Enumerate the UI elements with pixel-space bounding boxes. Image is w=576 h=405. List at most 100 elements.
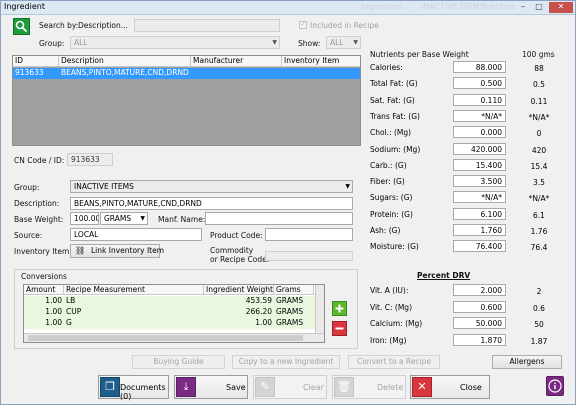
nutrient-reference-value: *N/A* [528, 112, 550, 122]
table-row[interactable]: 1.00 LB 453.59 GRAMS [24, 296, 315, 307]
nutrient-reference-value: 15.4 [530, 161, 548, 171]
show-filter-select[interactable]: ALL ▼ [326, 36, 361, 49]
add-conversion-button[interactable] [332, 301, 347, 316]
buying-guide-button[interactable]: Buying Guide [132, 355, 225, 369]
nutrient-value-field[interactable]: 2.000 [453, 284, 506, 296]
conv-weight: 1.00 [255, 318, 272, 327]
nutrient-reference-value: 0.5 [533, 80, 545, 90]
save-button[interactable]: ⤓ Save [174, 375, 248, 399]
background-window-status-2: Inactive [483, 2, 515, 11]
background-window-title: Ingredient [361, 2, 402, 11]
nutrient-label: Fiber: (G) [370, 177, 405, 187]
group-filter-value: ALL [74, 38, 88, 47]
conv-measurement: CUP [66, 307, 82, 316]
column-header-description[interactable]: Description [59, 56, 191, 67]
column-header-id[interactable]: ID [13, 56, 59, 67]
conv-unit: GRAMS [276, 296, 304, 305]
nutrient-reference-value: 76.4 [530, 243, 548, 253]
nutrient-value-field[interactable]: 0.500 [453, 77, 506, 90]
nutrient-label: Carb.: (G) [370, 160, 407, 170]
documents-label: Documents (0) [120, 383, 166, 401]
nutrient-label: Sugars: (G) [370, 193, 413, 203]
close-button[interactable]: ✕ Close [410, 375, 490, 399]
conv-header-weight[interactable]: Ingredient Weight [204, 285, 274, 295]
group-select[interactable]: INACTIVE ITEMS ▼ [70, 180, 353, 193]
nutrient-value-field[interactable]: 0.110 [453, 93, 506, 106]
show-filter-label: Show: [298, 39, 321, 48]
group-filter-select[interactable]: ALL ▼ [70, 36, 280, 49]
search-mode-link[interactable]: Description... [78, 21, 128, 30]
conv-amount: 1.00 [45, 318, 62, 327]
conv-header-measurement[interactable]: Recipe Measurement [64, 285, 204, 295]
nutrient-value-field[interactable]: 15.400 [453, 158, 506, 171]
source-label: Source: [14, 231, 43, 240]
column-header-inventory-item[interactable]: Inventory Item [282, 56, 360, 67]
nutrient-reference-value: 0 [536, 129, 542, 139]
close-window-button[interactable]: ✕ [549, 2, 573, 13]
nutrient-label: Sat. Fat: (G) [370, 95, 415, 105]
search-button[interactable] [13, 18, 30, 35]
nutrient-value-field[interactable]: 0.000 [453, 126, 506, 139]
nutrient-label: Iron: (Mg) [370, 335, 407, 345]
scrollbar-thumb[interactable] [28, 335, 303, 341]
include-recipe-checkbox[interactable]: ✓ [299, 21, 307, 29]
nutrient-value-field[interactable]: 1.870 [453, 333, 506, 346]
row-description: BEANS,PINTO,MATURE,CND,DRND [61, 68, 189, 77]
nutrient-value-field[interactable]: 76.400 [453, 240, 506, 253]
nutrient-reference-value: 420 [531, 145, 547, 155]
conversions-title: Conversions [21, 272, 67, 281]
nutrient-reference-value: 6.1 [533, 210, 545, 220]
nutrient-label: Calcium: (Mg) [370, 319, 423, 328]
table-row[interactable]: 1.00 CUP 266.20 GRAMS [24, 307, 315, 318]
nutrient-value-field[interactable]: 0.600 [453, 300, 506, 313]
conversions-vertical-scrollbar[interactable] [315, 285, 324, 335]
remove-conversion-button[interactable] [332, 321, 347, 336]
row-id: 913633 [15, 68, 44, 77]
nutrient-value-field[interactable]: 50.000 [453, 317, 506, 329]
trash-icon: 🗑 [334, 377, 354, 397]
documents-button[interactable]: ❐ Documents (0) [98, 375, 169, 401]
plus-icon [335, 304, 344, 313]
source-field[interactable]: LOCAL [70, 228, 202, 241]
nutrient-value-field[interactable]: 1.760 [453, 224, 506, 236]
nutrient-value-field[interactable]: *N/A* [453, 109, 506, 122]
conv-header-grams[interactable]: Grams [274, 285, 314, 295]
info-button[interactable] [546, 376, 564, 396]
commodity-code-field [265, 251, 353, 261]
product-code-field[interactable] [265, 228, 353, 241]
nutrient-value-field[interactable]: 6.100 [453, 207, 506, 220]
link-inventory-item-button[interactable]: ⛓ Link Inventory Item [70, 244, 164, 258]
nutrient-value-field[interactable]: 3.500 [453, 175, 506, 188]
column-header-manufacturer[interactable]: Manufacturer [191, 56, 282, 67]
nutrients-reference-header: 100 gms [522, 50, 555, 59]
description-field[interactable]: BEANS,PINTO,MATURE,CND,DRND [70, 197, 353, 210]
nutrient-reference-value: 0.11 [530, 96, 548, 106]
nutrient-value-field[interactable]: *N/A* [453, 191, 506, 204]
nutrient-label: Chol.: (Mg) [370, 128, 412, 138]
base-weight-unit-select[interactable]: GRAMS ▼ [100, 212, 148, 225]
manf-name-field[interactable] [205, 212, 353, 225]
conv-header-amount[interactable]: Amount [24, 285, 64, 295]
base-weight-field[interactable]: 100.00 [70, 212, 99, 225]
nutrient-reference-value: *N/A* [528, 194, 550, 204]
table-row[interactable]: 1.00 G 1.00 GRAMS [24, 318, 315, 329]
clear-button[interactable]: ✎ Clear [253, 375, 327, 399]
nutrient-value-field[interactable]: 88.000 [453, 61, 506, 73]
maximize-button[interactable]: □ [532, 2, 546, 13]
search-input[interactable] [134, 19, 280, 32]
include-recipe-label: Included in Recipe [310, 21, 379, 30]
title-bar: Ingredient Ingredient INACTIVE ITEMS Ina… [1, 1, 575, 15]
allergens-button[interactable]: Allergens [492, 355, 562, 369]
search-icon [15, 20, 28, 33]
delete-button[interactable]: 🗑 Delete [332, 375, 406, 399]
nutrient-reference-value: 2 [536, 287, 542, 296]
ingredient-results-grid: ID Description Manufacturer Inventory It… [12, 55, 361, 146]
table-row[interactable]: 913633 BEANS,PINTO,MATURE,CND,DRND [13, 68, 360, 79]
group-label: Group: [14, 183, 40, 192]
nutrient-label: Total Fat: (G) [370, 79, 418, 89]
conversions-horizontal-scrollbar[interactable] [24, 333, 324, 342]
copy-to-new-ingredient-button[interactable]: Copy to a new Ingredient [232, 355, 340, 369]
convert-to-recipe-button[interactable]: Convert to a Recipe [348, 355, 440, 369]
nutrient-value-field[interactable]: 420.000 [453, 142, 506, 155]
minimize-button[interactable]: – [516, 2, 530, 13]
